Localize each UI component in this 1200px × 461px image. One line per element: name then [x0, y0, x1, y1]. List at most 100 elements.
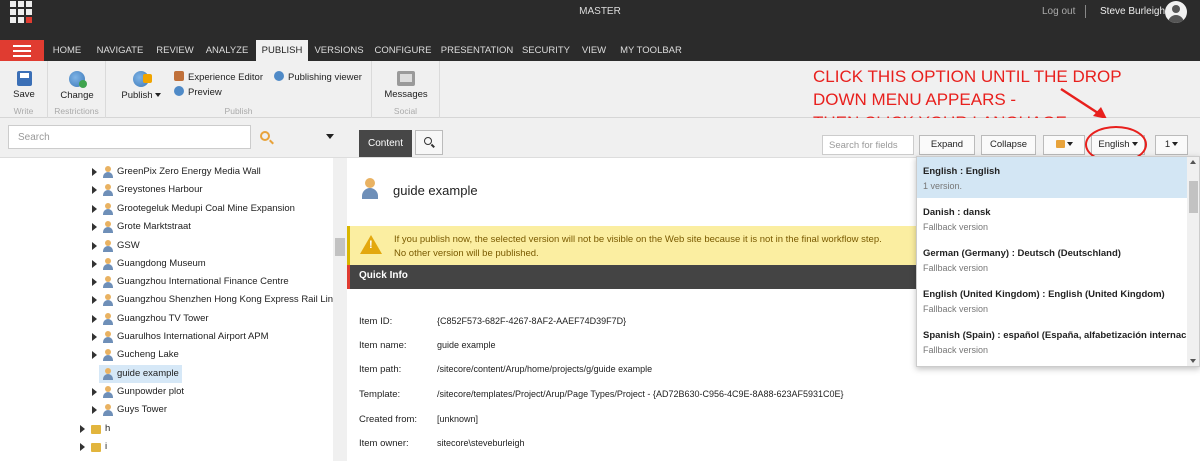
expand-arrow-icon[interactable] — [92, 351, 97, 359]
expand-arrow-icon[interactable] — [92, 333, 97, 341]
language-option-danish[interactable]: Danish : dansk Fallback version — [917, 198, 1187, 239]
item-icon — [103, 386, 113, 398]
chevron-down-icon — [154, 93, 161, 97]
tab-navigate[interactable]: NAVIGATE — [92, 40, 148, 61]
ribbon-group-publish: Publish Experience Editor Preview Publis… — [106, 61, 372, 118]
warning-text: If you publish now, the selected version… — [394, 234, 882, 245]
editor-toolbar: Content Expand Collapse English 1 — [347, 118, 1200, 158]
item-icon — [103, 258, 113, 270]
content-tree: GreenPix Zero Energy Media Wall Greyston… — [0, 158, 333, 461]
language-option-spanish[interactable]: Spanish (Spain) : español (España, alfab… — [917, 321, 1199, 362]
user-name[interactable]: Steve Burleigh — [1100, 6, 1165, 17]
save-icon — [16, 71, 32, 86]
scrollbar-thumb[interactable] — [335, 238, 345, 256]
expand-button[interactable]: Expand — [919, 135, 975, 155]
publish-button[interactable]: Publish — [116, 71, 166, 101]
tab-content[interactable]: Content — [359, 130, 412, 157]
content-tree-panel: GreenPix Zero Energy Media Wall Greyston… — [0, 118, 347, 461]
expand-arrow-icon[interactable] — [92, 260, 97, 268]
experience-editor-icon — [174, 71, 184, 81]
top-bar: MASTER Log out Steve Burleigh — [0, 0, 1200, 26]
item-icon — [103, 349, 113, 361]
field-search-input[interactable] — [822, 135, 914, 155]
scroll-down-icon[interactable] — [1190, 359, 1196, 363]
item-icon — [103, 313, 113, 325]
group-label-social: Social — [393, 106, 418, 116]
tab-analyze[interactable]: ANALYZE — [202, 40, 252, 61]
messages-button[interactable]: Messages — [382, 71, 430, 100]
expand-arrow-icon[interactable] — [92, 223, 97, 231]
item-title: guide example — [393, 183, 478, 198]
search-options-chevron-icon[interactable] — [326, 134, 334, 139]
hamburger-menu-icon[interactable] — [0, 40, 44, 61]
ribbon-group-social: Messages Social — [372, 61, 440, 118]
tab-home[interactable]: HOME — [46, 40, 88, 61]
expand-arrow-icon[interactable] — [92, 388, 97, 396]
messages-icon — [397, 71, 415, 86]
chevron-down-icon — [1066, 142, 1073, 146]
chevron-down-icon — [1172, 142, 1179, 146]
search-icon[interactable] — [260, 131, 270, 141]
expand-arrow-icon[interactable] — [92, 315, 97, 323]
change-button[interactable]: Change — [56, 71, 98, 101]
database-icon — [1055, 140, 1065, 148]
divider — [1085, 5, 1086, 18]
tab-versions[interactable]: VERSIONS — [312, 40, 366, 61]
item-icon — [103, 203, 113, 215]
expand-arrow-icon[interactable] — [92, 406, 97, 414]
expand-arrow-icon[interactable] — [92, 296, 97, 304]
save-button[interactable]: Save — [8, 71, 40, 100]
tab-my-toolbar[interactable]: MY TOOLBAR — [616, 40, 686, 61]
language-menu-scrollbar[interactable] — [1187, 157, 1199, 366]
item-icon — [103, 331, 113, 343]
group-label-write: Write — [13, 106, 34, 116]
expand-arrow-icon[interactable] — [92, 205, 97, 213]
expand-arrow-icon[interactable] — [92, 186, 97, 194]
item-icon — [362, 178, 378, 200]
tab-publish[interactable]: PUBLISH — [256, 40, 308, 61]
group-label-restrictions: Restrictions — [54, 106, 99, 116]
experience-editor-button[interactable]: Experience Editor — [174, 71, 263, 83]
item-icon — [103, 276, 113, 288]
tree-scrollbar[interactable] — [333, 158, 347, 461]
publish-globe-icon — [133, 71, 152, 87]
language-option-english-uk[interactable]: English (United Kingdom) : English (Unit… — [917, 280, 1187, 321]
logout-link[interactable]: Log out — [1042, 6, 1075, 17]
item-icon — [103, 221, 113, 233]
collapse-button[interactable]: Collapse — [981, 135, 1036, 155]
database-selector-button[interactable] — [1043, 135, 1085, 155]
database-title: MASTER — [579, 6, 621, 17]
expand-arrow-icon[interactable] — [80, 443, 85, 451]
folder-icon — [91, 441, 101, 453]
tab-security[interactable]: SECURITY — [520, 40, 572, 61]
item-icon — [103, 404, 113, 416]
preview-icon — [174, 86, 184, 96]
version-selector-button[interactable]: 1 — [1155, 135, 1188, 155]
tab-configure[interactable]: CONFIGURE — [372, 40, 434, 61]
tab-review[interactable]: REVIEW — [152, 40, 198, 61]
scrollbar-thumb[interactable] — [1189, 181, 1198, 213]
tree-search-bar — [0, 118, 347, 158]
tab-presentation[interactable]: PRESENTATION — [440, 40, 514, 61]
item-icon — [103, 294, 113, 306]
item-icon — [103, 368, 113, 380]
warning-icon — [360, 235, 382, 254]
expand-arrow-icon[interactable] — [80, 425, 85, 433]
expand-arrow-icon[interactable] — [92, 242, 97, 250]
tree-search-input[interactable] — [8, 125, 251, 149]
search-tab-button[interactable] — [415, 130, 443, 155]
preview-button[interactable]: Preview — [174, 86, 222, 98]
ribbon-tabs: HOME NAVIGATE REVIEW ANALYZE PUBLISH VER… — [0, 26, 1200, 61]
expand-arrow-icon[interactable] — [92, 278, 97, 286]
group-label-publish: Publish — [224, 106, 253, 116]
search-icon — [424, 137, 432, 145]
publishing-viewer-button[interactable]: Publishing viewer — [274, 71, 362, 83]
language-option-german[interactable]: German (Germany) : Deutsch (Deutschland)… — [917, 239, 1187, 280]
ribbon-group-write: Save Write — [0, 61, 48, 118]
expand-arrow-icon[interactable] — [92, 168, 97, 176]
item-icon — [103, 184, 113, 196]
language-option-english[interactable]: English : English 1 version. — [917, 157, 1187, 198]
tab-view[interactable]: VIEW — [578, 40, 610, 61]
scroll-up-icon[interactable] — [1190, 160, 1196, 164]
user-avatar-icon[interactable] — [1165, 1, 1187, 23]
